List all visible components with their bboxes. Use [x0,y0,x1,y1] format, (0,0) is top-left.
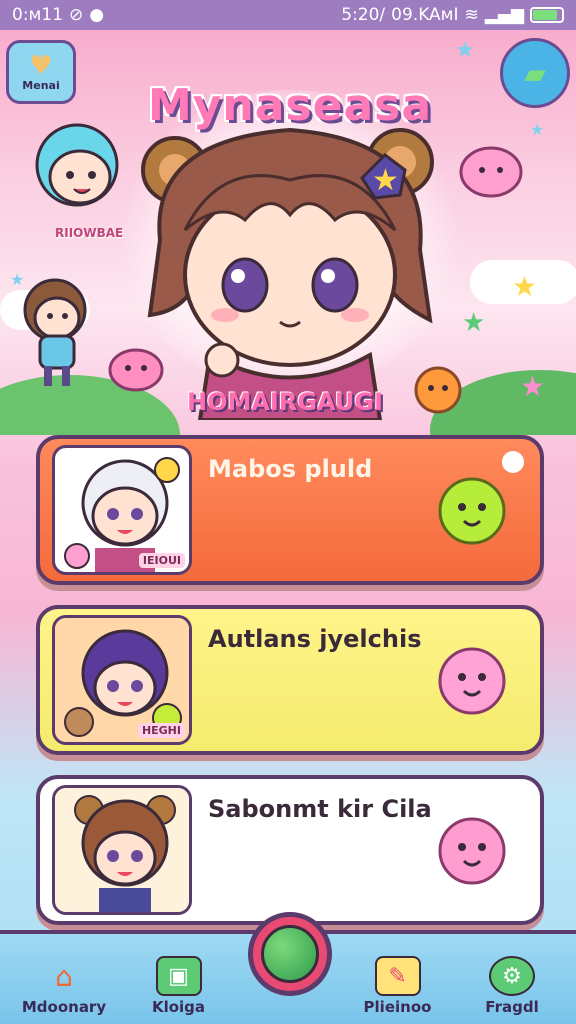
chat-button[interactable]: ▰ [500,38,570,108]
heart-icon: ♥ [29,50,53,81]
menu-button[interactable]: ♥ Menai [6,40,76,104]
hero-character: ★ [141,127,434,420]
star-icon: ★ [530,120,545,139]
svg-text:★: ★ [372,163,399,198]
carrier-text: 09.KAᴍI [391,5,459,25]
gallery-icon: ▣ [155,956,202,996]
quest-card-3[interactable]: Sabonmt kir Cila [36,775,544,925]
battery-fill [533,10,557,20]
status-right: 5:20/ 09.KAᴍI ≋ ▂▄▆ [341,5,564,25]
chibi-boy-blue-hair [35,123,119,207]
signal-icon: ▂▄▆ [484,5,524,25]
battery-icon [530,7,564,23]
orange-cat-creature [414,366,462,414]
app-notification-icon: ● [89,5,105,25]
status-left: 0:ᴍ11 ⊘ ● [12,5,104,25]
nav-label: Fragdl [485,998,539,1016]
card-thumbnail: HEGHI [52,615,192,745]
card-thumbnail [52,785,192,915]
status-bar: 0:ᴍ11 ⊘ ● 5:20/ 09.KAᴍI ≋ ▂▄▆ [0,0,576,30]
card-title: Mabos pluld [208,455,373,483]
nav-label: Kloiga [151,998,206,1016]
wifi-icon: ≋ [464,5,479,25]
nav-home[interactable]: ⌂ Mdoonary [14,956,114,1017]
card-thumbnail: IEIOUI [52,445,192,575]
pink-blob-creature [438,647,506,715]
center-play-button[interactable] [248,912,332,996]
nav-settings[interactable]: ⚙ Fragdl [462,956,562,1016]
card-title: Sabonmt kir Cila [208,795,432,823]
thumbnail-tag: IEIOUI [138,553,185,568]
card-title: Autlans jyelchis [208,625,422,653]
pink-blob-creature [459,146,523,198]
chibi-girl-brown-hair [23,278,87,386]
settings-icon: ⚙ [489,956,535,996]
hero-name-banner: HOMAIRGAUGI [186,388,383,416]
green-sun-creature [438,477,506,545]
game-title: Mynaseasa [147,80,433,131]
nav-map[interactable]: ✎ Plieinoo [348,956,448,1016]
pink-blob-creature [438,817,506,885]
status-left-text: 0:ᴍ11 [12,5,63,25]
brown-hair-character-portrait [55,788,189,912]
quest-card-2[interactable]: HEGHI Autlans jyelchis [36,605,544,755]
map-icon: ✎ [374,956,421,996]
globe-icon [261,925,319,983]
star-icon: ★ [462,308,486,338]
thumbnail-tag: HEGHI [137,723,185,738]
star-icon: ★ [512,270,538,303]
star-icon: ★ [455,38,475,63]
nav-label: Mdoonary [21,998,107,1016]
chat-bubble-icon: ▰ [524,56,546,90]
hero-banner: ★ ★ ★ ★ ★ ★ ★ Mynaseasa RIIOWBAE [0,30,576,435]
nav-gallery[interactable]: ▣ Kloiga [129,956,229,1016]
nav-label: Plieinoo [363,998,432,1016]
character-tag: RIIOWBAE [55,226,124,240]
pink-slime-creature [108,348,164,392]
notification-icon: ⊘ [69,5,84,25]
home-icon: ⌂ [55,959,73,993]
star-icon: ★ [520,370,546,403]
menu-label: Menai [22,78,60,92]
quest-card-1[interactable]: IEIOUI Mabos pluld [36,435,544,585]
clock: 5:20/ [341,5,386,25]
